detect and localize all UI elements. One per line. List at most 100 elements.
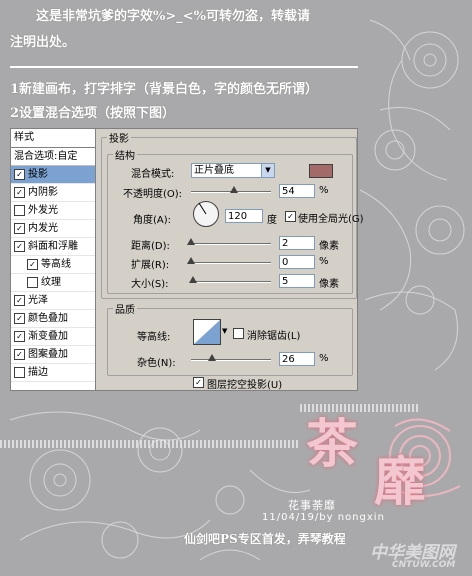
drop-shadow-panel: 投影 结构 混合模式: 正片叠底 ▼ 不透明度(O): 54 % 角度(A): … bbox=[101, 129, 364, 391]
knockout-label: 图层挖空投影(U) bbox=[207, 380, 283, 391]
style-item[interactable]: ✓ 渐变叠加 bbox=[11, 328, 95, 346]
style-item-checkbox[interactable]: ✓ bbox=[27, 259, 38, 270]
intro-line-1: 这是非常坑爹的字效%>_<%可转勿盗，转载请 bbox=[36, 9, 310, 24]
contour-curve-icon bbox=[194, 320, 220, 344]
site-watermark-url: CNTUW.COM bbox=[392, 560, 456, 570]
style-item-label: 斜面和浮雕 bbox=[28, 240, 78, 252]
style-item-checkbox[interactable]: ✓ bbox=[14, 241, 25, 252]
step-2-text: 2设置混合选项（按照下图） bbox=[10, 106, 176, 121]
style-item-checkbox[interactable]: ✓ bbox=[14, 295, 25, 306]
noise-label: 杂色(N): bbox=[137, 358, 176, 369]
anti-alias-label: 消除锯齿(L) bbox=[247, 331, 301, 342]
style-item[interactable]: ✓ 斜面和浮雕 bbox=[11, 238, 95, 256]
divider bbox=[10, 66, 358, 68]
artwork-char-2: 靡 bbox=[374, 452, 427, 513]
spread-slider[interactable] bbox=[191, 262, 271, 264]
style-item-checkbox[interactable]: ✓ bbox=[14, 169, 25, 180]
style-item-checkbox[interactable]: ✓ bbox=[14, 349, 25, 360]
noise-slider[interactable] bbox=[191, 359, 271, 361]
quality-title: 品质 bbox=[113, 301, 137, 316]
style-item[interactable]: ✓ 内发光 bbox=[11, 220, 95, 238]
distance-slider-knob[interactable] bbox=[187, 238, 195, 245]
opacity-label: 不透明度(O): bbox=[123, 189, 183, 200]
style-item-label: 图案叠加 bbox=[28, 348, 68, 360]
chevron-down-icon: ▼ bbox=[261, 164, 274, 177]
artwork-signature: 11/04/19/by nongxin bbox=[262, 512, 385, 523]
anti-alias-checkbox[interactable] bbox=[233, 328, 244, 339]
use-global-light-checkbox[interactable]: ✓ bbox=[285, 211, 296, 222]
angle-needle-icon bbox=[198, 202, 207, 215]
style-item[interactable]: 外发光 bbox=[11, 202, 95, 220]
style-item-checkbox[interactable]: ✓ bbox=[14, 313, 25, 324]
angle-input[interactable]: 120 bbox=[225, 209, 263, 223]
style-item-label: 光泽 bbox=[28, 294, 48, 306]
style-item-label: 投影 bbox=[28, 168, 48, 180]
intro-line-2: 注明出处。 bbox=[10, 35, 76, 50]
style-item[interactable]: 纹理 bbox=[11, 274, 95, 292]
step-1-text: 1新建画布，打字排字（背景白色，字的颜色无所谓） bbox=[10, 82, 319, 97]
opacity-input[interactable]: 54 bbox=[279, 184, 315, 198]
style-item[interactable]: ✓ 颜色叠加 bbox=[11, 310, 95, 328]
distance-input[interactable]: 2 bbox=[279, 236, 315, 250]
blending-options-item[interactable]: 混合选项:自定 bbox=[11, 148, 95, 166]
contour-dropdown-icon[interactable]: ▼ bbox=[222, 327, 227, 335]
spread-label: 扩展(R): bbox=[131, 260, 170, 271]
distance-slider[interactable] bbox=[191, 243, 271, 245]
contour-label: 等高线: bbox=[137, 332, 171, 343]
angle-dial[interactable] bbox=[193, 201, 219, 227]
size-unit: 像素 bbox=[319, 279, 339, 290]
size-slider[interactable] bbox=[191, 281, 271, 283]
style-item-label: 内阴影 bbox=[28, 186, 58, 198]
blend-mode-label: 混合模式: bbox=[131, 169, 175, 180]
style-item[interactable]: 描边 bbox=[11, 364, 95, 382]
stripe-band bbox=[0, 440, 300, 448]
size-slider-knob[interactable] bbox=[188, 276, 197, 283]
spread-unit: % bbox=[319, 256, 329, 267]
distance-label: 距离(D): bbox=[131, 241, 170, 252]
styles-panel: 样式 混合选项:自定 ✓ 投影 ✓ 内阴影 外发光 ✓ 内发光 ✓ 斜面和浮雕 ✓ 等高线 纹理 ✓ 光泽… bbox=[11, 129, 96, 390]
style-item-label: 外发光 bbox=[28, 204, 58, 216]
style-list: ✓ 投影 ✓ 内阴影 外发光 ✓ 内发光 ✓ 斜面和浮雕 ✓ 等高线 纹理 ✓ 光泽 ✓ 颜色叠加 ✓ 渐变叠加 ✓… bbox=[11, 166, 95, 382]
angle-unit: 度 bbox=[267, 215, 277, 226]
style-item[interactable]: ✓ 等高线 bbox=[11, 256, 95, 274]
structure-title: 结构 bbox=[113, 147, 137, 162]
knockout-checkbox[interactable]: ✓ bbox=[193, 377, 204, 388]
style-item-label: 等高线 bbox=[41, 258, 71, 270]
blend-mode-value: 正片叠底 bbox=[194, 165, 234, 176]
style-item-checkbox[interactable]: ✓ bbox=[14, 223, 25, 234]
size-input[interactable]: 5 bbox=[279, 274, 315, 288]
footer-credit: 仙剑吧PS专区首发，弄琴教程 bbox=[184, 532, 346, 546]
style-item-label: 内发光 bbox=[28, 222, 58, 234]
use-global-light-label: 使用全局光(G) bbox=[298, 214, 364, 225]
style-item[interactable]: ✓ 内阴影 bbox=[11, 184, 95, 202]
spread-slider-knob[interactable] bbox=[187, 257, 195, 264]
artwork-caption: 花事荼靡 bbox=[288, 499, 336, 512]
drop-shadow-title: 投影 bbox=[107, 130, 131, 145]
style-item-label: 渐变叠加 bbox=[28, 330, 68, 342]
style-item-label: 纹理 bbox=[41, 276, 61, 288]
blend-mode-select[interactable]: 正片叠底 ▼ bbox=[191, 163, 275, 178]
style-item-checkbox[interactable]: ✓ bbox=[14, 331, 25, 342]
angle-label: 角度(A): bbox=[133, 215, 172, 226]
shadow-color-swatch[interactable] bbox=[309, 164, 333, 178]
style-item[interactable]: ✓ 光泽 bbox=[11, 292, 95, 310]
artwork-char-1: 茶 bbox=[306, 414, 359, 475]
layer-style-dialog: 样式 混合选项:自定 ✓ 投影 ✓ 内阴影 外发光 ✓ 内发光 ✓ 斜面和浮雕 ✓ 等高线 纹理 ✓ 光泽… bbox=[10, 128, 364, 391]
style-item[interactable]: ✓ 图案叠加 bbox=[11, 346, 95, 364]
styles-panel-title[interactable]: 样式 bbox=[11, 129, 95, 148]
noise-slider-knob[interactable] bbox=[207, 354, 216, 361]
contour-picker[interactable] bbox=[193, 319, 221, 345]
opacity-slider-knob[interactable] bbox=[230, 186, 239, 193]
noise-unit: % bbox=[319, 353, 329, 364]
style-item[interactable]: ✓ 投影 bbox=[11, 166, 95, 184]
style-item-checkbox[interactable]: ✓ bbox=[14, 187, 25, 198]
style-item-checkbox[interactable] bbox=[27, 277, 38, 288]
opacity-unit: % bbox=[319, 185, 329, 196]
style-item-checkbox[interactable] bbox=[14, 367, 25, 378]
spread-input[interactable]: 0 bbox=[279, 255, 315, 269]
style-item-label: 颜色叠加 bbox=[28, 312, 68, 324]
noise-input[interactable]: 26 bbox=[279, 352, 315, 366]
style-item-checkbox[interactable] bbox=[14, 205, 25, 216]
distance-unit: 像素 bbox=[319, 241, 339, 252]
size-label: 大小(S): bbox=[131, 279, 169, 290]
